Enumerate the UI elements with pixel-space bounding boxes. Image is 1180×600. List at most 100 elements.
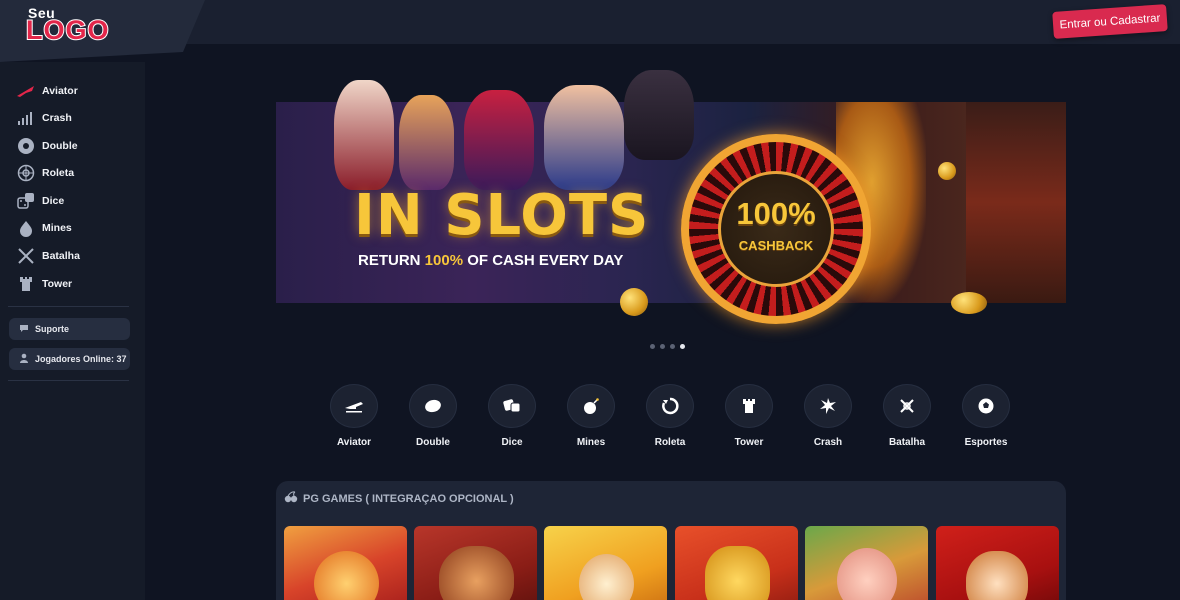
slot-characters-art: [304, 70, 694, 190]
sidebar-item-label: Mines: [42, 222, 72, 234]
game-art: [439, 546, 514, 600]
banner-subline: RETURN 100% OF CASH EVERY DAY: [358, 252, 623, 269]
quick-game-circle[interactable]: [646, 384, 694, 428]
quick-game-label: Roleta: [654, 437, 686, 448]
quick-game-circle[interactable]: [330, 384, 378, 428]
sidebar-item-label: Double: [42, 140, 78, 152]
quick-game-mines[interactable]: Mines: [567, 384, 615, 448]
sidebar-divider: [8, 306, 129, 307]
game-card-piggy-gold[interactable]: [805, 526, 928, 600]
coin-icon: [938, 162, 956, 180]
quick-game-roleta[interactable]: Roleta: [646, 384, 694, 448]
sidebar-item-dice[interactable]: Dice: [16, 190, 64, 212]
bomb-icon: [16, 219, 36, 237]
sidebar-item-label: Crash: [42, 112, 72, 124]
cashback-value: 100%: [736, 196, 816, 231]
sidebar-item-batalha[interactable]: Batalha: [16, 245, 80, 267]
game-card-fortune-mouse[interactable]: [544, 526, 667, 600]
quick-game-circle[interactable]: [725, 384, 773, 428]
support-label: Suporte: [35, 324, 70, 334]
game-card-caishen-wins[interactable]: [936, 526, 1059, 600]
online-players-badge: Jogadores Online: 37: [9, 348, 130, 370]
quick-game-circle[interactable]: [488, 384, 536, 428]
game-card-fortune-ox[interactable]: [414, 526, 537, 600]
quick-game-label: Batalha: [888, 437, 926, 448]
quick-game-label: Aviator: [336, 437, 372, 448]
online-players-label: Jogadores Online: 37: [35, 354, 127, 364]
chat-icon: [19, 324, 29, 335]
sidebar-item-tower[interactable]: Tower: [16, 273, 72, 295]
quick-game-dice[interactable]: Dice: [488, 384, 536, 448]
coin-icon: [951, 292, 987, 314]
coin-icon: [620, 288, 648, 316]
logo[interactable]: Seu LOGO: [25, 6, 110, 45]
sidebar-item-label: Batalha: [42, 250, 80, 262]
quick-game-aviator[interactable]: Aviator: [330, 384, 378, 448]
quick-game-label: Tower: [734, 437, 764, 448]
pg-games-title: PG GAMES ( INTEGRAÇAO OPCIONAL ): [284, 491, 514, 506]
crash-icon: [820, 398, 836, 414]
game-art: [966, 551, 1028, 600]
quick-game-label: Double: [416, 437, 450, 448]
sidebar-item-mines[interactable]: Mines: [16, 217, 72, 239]
quick-game-label: Crash: [813, 437, 843, 448]
tower-icon: [743, 399, 755, 413]
carousel-dots: [650, 344, 685, 349]
logo-big-text: LOGO: [25, 15, 110, 45]
bomb-icon: [584, 398, 599, 414]
quick-game-label: Dice: [501, 437, 523, 448]
quick-game-circle[interactable]: [567, 384, 615, 428]
disc-icon: [16, 137, 36, 155]
game-art: [837, 548, 897, 600]
game-art: [705, 546, 770, 600]
quick-game-batalha[interactable]: Batalha: [883, 384, 931, 448]
carousel-dot[interactable]: [670, 344, 675, 349]
pg-games-title-text: PG GAMES ( INTEGRAÇAO OPCIONAL ): [303, 492, 514, 505]
quick-game-double[interactable]: Double: [409, 384, 457, 448]
sidebar-item-aviator[interactable]: Aviator: [16, 80, 78, 102]
carousel-dot[interactable]: [660, 344, 665, 349]
user-icon: [19, 353, 29, 365]
carousel-dot[interactable]: [650, 344, 655, 349]
disc-icon: [425, 399, 441, 413]
quick-game-circle[interactable]: [409, 384, 457, 428]
promo-banner[interactable]: IN SLOTS RETURN 100% OF CASH EVERY DAY 1…: [276, 62, 1066, 340]
swords-icon: [16, 247, 36, 265]
soccer-ball-icon: [978, 398, 994, 414]
sidebar-item-crash[interactable]: Crash: [16, 107, 72, 129]
quick-game-esportes[interactable]: Esportes: [962, 384, 1010, 448]
dice-icon: [503, 399, 521, 413]
quick-game-crash[interactable]: Crash: [804, 384, 852, 448]
cashback-label: CASHBACK: [738, 238, 814, 253]
game-card-fortune-tiger[interactable]: [284, 526, 407, 600]
tower-icon: [16, 275, 36, 293]
quick-game-label: Mines: [576, 437, 606, 448]
game-art: [314, 551, 379, 600]
plane-icon: [345, 402, 363, 413]
sidebar-item-label: Dice: [42, 195, 65, 207]
swords-icon: [900, 399, 914, 413]
temple-art: [966, 102, 1066, 303]
quick-game-label: Esportes: [964, 437, 1008, 448]
sidebar-item-double[interactable]: Double: [16, 135, 78, 157]
quick-game-circle[interactable]: [804, 384, 852, 428]
roulette-icon: [16, 164, 36, 182]
sidebar-item-roleta[interactable]: Roleta: [16, 162, 74, 184]
quick-game-tower[interactable]: Tower: [725, 384, 773, 448]
sidebar-item-label: Roleta: [42, 167, 75, 179]
sidebar-item-label: Tower: [42, 278, 73, 290]
banner-headline: IN SLOTS: [354, 183, 650, 248]
sidebar-divider: [8, 380, 129, 381]
game-art: [579, 554, 634, 600]
carousel-dot-active[interactable]: [680, 344, 685, 349]
bar-chart-icon: [16, 109, 36, 127]
cherries-icon: [284, 491, 298, 506]
plane-icon: [16, 82, 36, 100]
banner-subline-prefix: RETURN: [358, 252, 425, 269]
banner-subline-suffix: OF CASH EVERY DAY: [463, 252, 624, 269]
quick-game-circle[interactable]: [883, 384, 931, 428]
game-card-fortune-dragon[interactable]: [675, 526, 798, 600]
support-button[interactable]: Suporte: [9, 318, 130, 340]
quick-game-circle[interactable]: [962, 384, 1010, 428]
dice-icon: [16, 192, 36, 210]
